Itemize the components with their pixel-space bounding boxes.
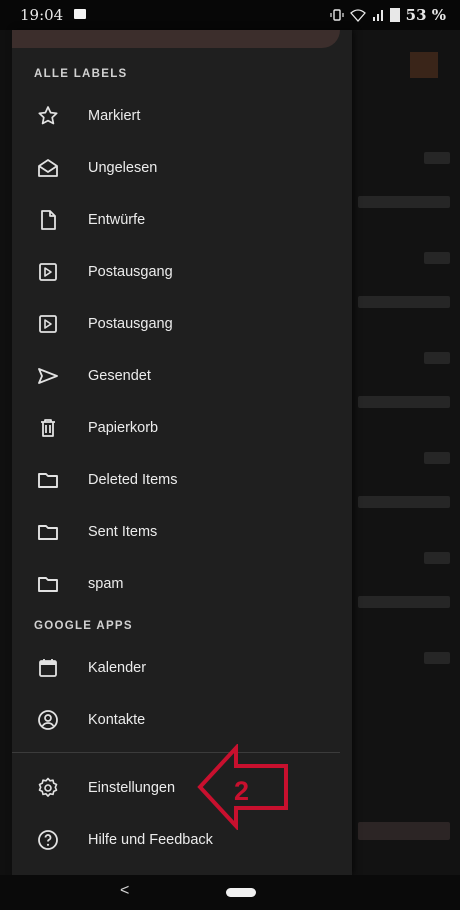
labels-section-header: ALLE LABELS xyxy=(34,68,128,80)
drawer-item-sent-items[interactable]: Sent Items xyxy=(12,506,340,558)
signal-icon xyxy=(372,10,383,21)
drawer-item-postausgang-2[interactable]: Postausgang xyxy=(12,298,340,350)
envelope-open-icon xyxy=(38,159,58,177)
drawer-item-label: Kontakte xyxy=(88,712,146,728)
battery-percent: 53 % xyxy=(405,6,446,24)
background-blur xyxy=(424,652,450,664)
drawer-item-label: Gesendet xyxy=(88,368,151,384)
image-notification-icon xyxy=(74,9,86,19)
background-blur xyxy=(424,152,450,164)
background-blur xyxy=(424,452,450,464)
home-button[interactable] xyxy=(226,888,256,897)
star-icon xyxy=(38,106,58,125)
annotation-arrow: 2 xyxy=(197,744,288,830)
navigation-drawer: ALLE LABELS Markiert Ungelesen Entwürfe … xyxy=(12,30,352,875)
phone-screen: 19:04 53 % ALLE LABELS Markiert Ungelese… xyxy=(0,0,460,910)
drawer-item-papierkorb[interactable]: Papierkorb xyxy=(12,402,340,454)
drawer-item-label: Postausgang xyxy=(88,264,173,280)
send-icon xyxy=(38,368,58,384)
drawer-item-label: Ungelesen xyxy=(88,160,158,176)
status-icons: 53 % xyxy=(330,6,446,24)
back-button[interactable]: < xyxy=(120,882,129,900)
drawer-item-label: Kalender xyxy=(88,660,147,676)
drawer-item-label: Papierkorb xyxy=(88,420,159,436)
contacts-icon xyxy=(38,710,58,730)
calendar-icon xyxy=(39,659,57,677)
folder-icon xyxy=(38,525,58,540)
selected-account-pill[interactable] xyxy=(12,30,340,48)
drawer-item-ungelesen[interactable]: Ungelesen xyxy=(12,142,340,194)
background-blur xyxy=(358,596,450,608)
system-nav-bar: < xyxy=(0,875,460,910)
background-blur xyxy=(358,822,450,840)
drawer-item-label: Entwürfe xyxy=(88,212,146,228)
drawer-item-markiert[interactable]: Markiert xyxy=(12,90,340,142)
background-blur xyxy=(424,352,450,364)
outbox-icon xyxy=(39,263,57,281)
annotation-number: 2 xyxy=(234,776,249,806)
background-blur xyxy=(358,196,450,208)
drawer-item-postausgang[interactable]: Postausgang xyxy=(12,246,340,298)
drawer-item-label: Sent Items xyxy=(88,524,158,540)
background-blur xyxy=(358,396,450,408)
status-bar: 19:04 53 % xyxy=(0,0,460,30)
drawer-item-gesendet[interactable]: Gesendet xyxy=(12,350,340,402)
draft-icon xyxy=(41,210,56,230)
drawer-item-kontakte[interactable]: Kontakte xyxy=(12,694,340,746)
apps-section-header: GOOGLE APPS xyxy=(34,620,133,632)
drawer-item-label: Markiert xyxy=(88,108,141,124)
background-blur xyxy=(424,252,450,264)
vibrate-icon xyxy=(330,9,344,21)
drawer-item-label: Postausgang xyxy=(88,316,173,332)
help-icon xyxy=(38,830,58,850)
folder-icon xyxy=(38,473,58,488)
drawer-item-label: Deleted Items xyxy=(88,472,178,488)
drawer-item-label: Hilfe und Feedback xyxy=(88,832,213,848)
drawer-item-label: Einstellungen xyxy=(88,780,176,796)
drawer-item-label: spam xyxy=(88,576,124,592)
background-blur xyxy=(424,552,450,564)
background-blur xyxy=(358,496,450,508)
folder-icon xyxy=(38,577,58,592)
background-avatar xyxy=(410,52,438,78)
drawer-item-entwuerfe[interactable]: Entwürfe xyxy=(12,194,340,246)
trash-icon xyxy=(41,419,55,437)
status-time: 19:04 xyxy=(20,6,64,24)
battery-icon xyxy=(389,8,400,22)
drawer-item-deleted-items[interactable]: Deleted Items xyxy=(12,454,340,506)
background-blur xyxy=(358,296,450,308)
outbox-icon xyxy=(39,315,57,333)
gear-icon xyxy=(38,777,58,797)
wifi-icon xyxy=(349,9,366,22)
drawer-item-kalender[interactable]: Kalender xyxy=(12,642,340,694)
drawer-item-spam[interactable]: spam xyxy=(12,558,340,610)
